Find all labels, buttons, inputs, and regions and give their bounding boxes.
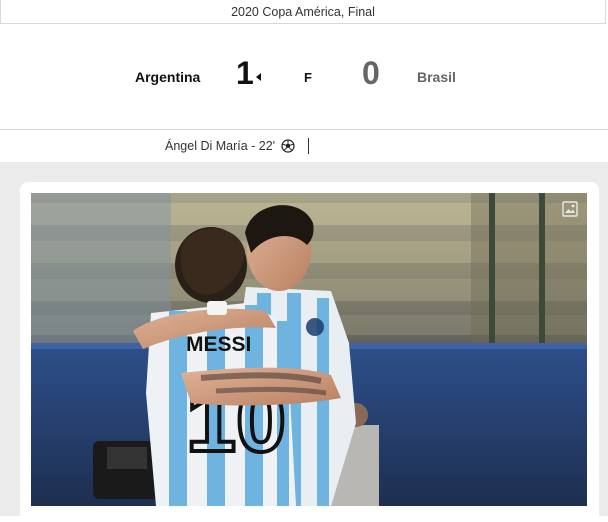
scorer-entry: Ángel Di María - 22' bbox=[165, 139, 276, 153]
soccer-ball-icon bbox=[281, 139, 295, 153]
winner-indicator-icon bbox=[256, 73, 261, 81]
home-team-name[interactable]: Argentina bbox=[135, 69, 200, 85]
scoreboard[interactable]: Argentina 1 F 0 Brasil bbox=[0, 24, 608, 130]
competition-header: 2020 Copa América, Final bbox=[0, 0, 606, 24]
jersey-name: MESSI bbox=[186, 333, 251, 356]
away-team-name[interactable]: Brasil bbox=[417, 69, 456, 85]
away-team-score: 0 bbox=[362, 55, 380, 91]
scorer-divider bbox=[308, 138, 309, 154]
goal-scorers: Ángel Di María - 22' bbox=[0, 130, 608, 162]
match-status: F bbox=[304, 70, 312, 85]
home-team-score: 1 bbox=[236, 55, 254, 91]
competition-title: 2020 Copa América, Final bbox=[231, 4, 375, 19]
match-photo[interactable]: MESSI 10 bbox=[31, 193, 587, 506]
image-icon[interactable] bbox=[562, 201, 578, 217]
